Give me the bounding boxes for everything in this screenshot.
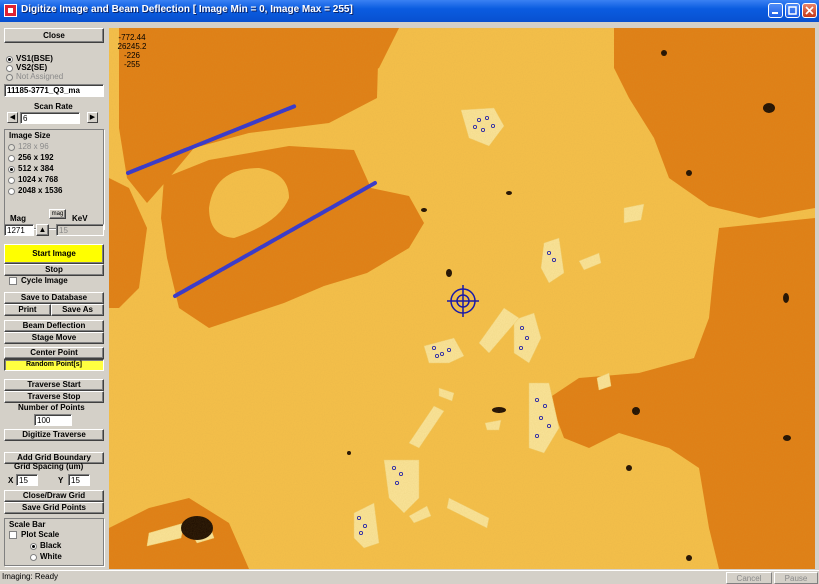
traverse-start-button[interactable]: Traverse Start [4, 379, 104, 391]
image-display[interactable] [109, 28, 815, 569]
cycle-image-label: Cycle Image [21, 276, 68, 285]
grid-y-label: Y [58, 476, 64, 485]
readout-line-4: -255 [123, 60, 140, 69]
image-size-label: Image Size [9, 131, 51, 140]
right-arrow-icon: ▶ [89, 114, 96, 121]
cycle-image-checkbox[interactable] [9, 277, 17, 285]
grid-x-label: X [8, 476, 14, 485]
radio-black[interactable] [30, 543, 37, 550]
radio-size-2048[interactable] [8, 188, 15, 195]
plot-scale-label: Plot Scale [21, 530, 60, 539]
radio-size-1024-label: 1024 x 768 [18, 175, 59, 184]
radio-not-assigned-label: Not Assigned [16, 72, 64, 81]
radio-black-label: Black [40, 541, 62, 550]
radio-vs2-label: VS2(SE) [16, 63, 48, 72]
number-of-points-label: Number of Points [18, 403, 85, 412]
window-title: Digitize Image and Beam Deflection [ Ima… [21, 4, 353, 15]
readout-line-1: -772.44 [118, 33, 146, 42]
scan-rate-decrease-button[interactable]: ◀ [7, 112, 18, 123]
maximize-button[interactable] [785, 3, 800, 18]
stage-move-button[interactable]: Stage Move [4, 332, 104, 344]
grid-spacing-label: Grid Spacing (um) [14, 462, 84, 471]
coordinate-readout: -772.44 26245.2 -226 -255 [112, 33, 152, 69]
radio-size-128 [8, 144, 15, 151]
save-to-database-button[interactable]: Save to Database [4, 292, 104, 304]
mag-field[interactable]: 1271 [4, 224, 34, 236]
traverse-stop-button[interactable]: Traverse Stop [4, 391, 104, 403]
status-text: Imaging: Ready [2, 572, 59, 581]
stop-button[interactable]: Stop [4, 264, 104, 276]
mag-label: Mag [10, 214, 26, 223]
mag-set-button[interactable]: mag [49, 209, 66, 219]
close-window-button[interactable] [802, 3, 817, 18]
grid-x-field[interactable]: 15 [16, 474, 38, 486]
radio-vs2[interactable] [6, 65, 13, 72]
app-icon [4, 4, 17, 17]
radio-size-256-label: 256 x 192 [18, 153, 54, 162]
left-arrow-icon: ◀ [9, 114, 16, 121]
scan-rate-field[interactable]: 6 [20, 112, 80, 124]
print-button[interactable]: Print [4, 304, 51, 316]
mag-spin-button[interactable]: ▲ [36, 224, 49, 236]
close-button[interactable]: Close [4, 28, 104, 43]
radio-white-label: White [40, 552, 62, 561]
scan-rate-increase-button[interactable]: ▶ [87, 112, 98, 123]
scale-bar-label: Scale Bar [9, 520, 46, 529]
radio-size-256[interactable] [8, 155, 15, 162]
beam-deflection-button[interactable]: Beam Deflection [4, 320, 104, 332]
spin-icon: ▲ [38, 225, 47, 234]
start-image-button[interactable]: Start Image [4, 244, 104, 264]
digitize-traverse-button[interactable]: Digitize Traverse [4, 429, 104, 441]
scan-rate-label: Scan Rate [34, 102, 73, 111]
minimize-button[interactable] [768, 3, 783, 18]
plot-scale-checkbox[interactable] [9, 531, 17, 539]
cancel-button: Cancel [726, 572, 772, 584]
radio-vs1-label: VS1(BSE) [16, 54, 53, 63]
random-points-button[interactable]: Random Point[s] [4, 359, 104, 371]
radio-size-1024[interactable] [8, 177, 15, 184]
radio-size-2048-label: 2048 x 1536 [18, 186, 63, 195]
kev-label: KeV [72, 214, 88, 223]
save-as-button[interactable]: Save As [51, 304, 104, 316]
readout-line-3: -226 [123, 51, 140, 60]
radio-size-512[interactable] [8, 166, 15, 173]
number-of-points-field[interactable]: 100 [34, 414, 72, 426]
grid-y-field[interactable]: 15 [68, 474, 90, 486]
kev-field: 15 [56, 224, 104, 236]
radio-size-512-label: 512 x 384 [18, 164, 54, 173]
sample-name-field[interactable]: 11185-3771_Q3_ma [4, 84, 104, 97]
radio-size-128-label: 128 x 96 [18, 142, 49, 151]
pause-button: Pause [774, 572, 818, 584]
control-panel: Close VS1(BSE) VS2(SE) Not Assigned 1118… [4, 28, 104, 568]
close-icon [805, 6, 814, 15]
radio-vs1[interactable] [6, 56, 13, 63]
readout-line-2: 26245.2 [117, 42, 147, 51]
title-bar[interactable]: Digitize Image and Beam Deflection [ Ima… [0, 0, 819, 22]
maximize-icon [788, 6, 797, 15]
status-bar: Imaging: Ready Cancel Pause [0, 570, 819, 584]
radio-white[interactable] [30, 554, 37, 561]
radio-not-assigned [6, 74, 13, 81]
save-grid-points-button[interactable]: Save Grid Points [4, 502, 104, 514]
minimize-icon [772, 12, 778, 14]
center-point-button[interactable]: Center Point [4, 347, 104, 359]
close-draw-grid-button[interactable]: Close/Draw Grid [4, 490, 104, 502]
micrograph-image[interactable] [109, 28, 815, 569]
